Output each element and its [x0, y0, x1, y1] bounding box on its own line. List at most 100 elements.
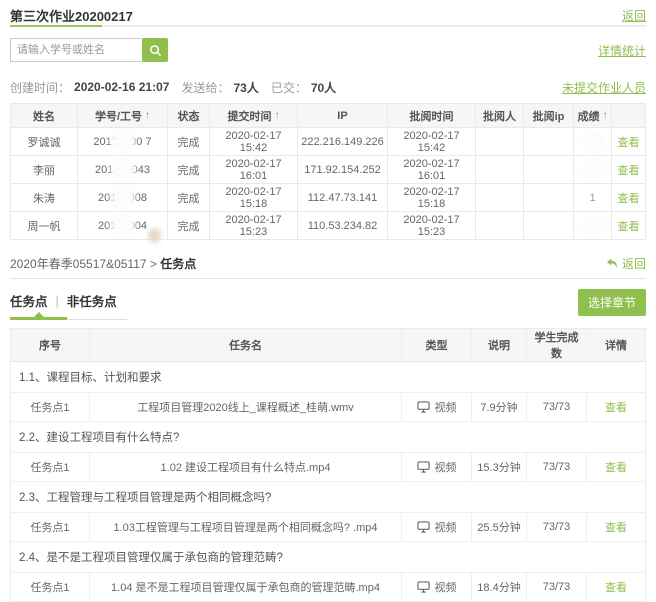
view-link[interactable]: 查看 — [618, 218, 640, 234]
tab-task-points[interactable]: 任务点 — [10, 291, 48, 310]
homework-meta: 创建时间： 2020-02-16 21:07 发送给： 73人 已交： 70人 … — [10, 79, 646, 95]
table-row: 周一帆 20171004 完成 2020-02-17 15:23 110.53.… — [11, 212, 645, 240]
tab-non-task-points[interactable]: 非任务点 — [67, 291, 117, 310]
select-chapter-button[interactable]: 选择章节 — [578, 289, 646, 316]
sort-asc-icon: ↑ — [275, 110, 280, 121]
header-type: 类型 — [401, 329, 471, 361]
task-seq: 任务点1 — [11, 513, 89, 541]
view-link[interactable]: 查看 — [605, 579, 627, 595]
student-id: 201610043 — [77, 156, 167, 183]
tab-separator: | — [56, 294, 59, 308]
title-active-indicator — [10, 25, 102, 27]
header-submit-time[interactable]: 提交时间↑ — [209, 104, 297, 127]
view-link-cell: 查看 — [611, 156, 645, 183]
review-ip — [523, 128, 573, 155]
header-ip: IP — [297, 104, 387, 127]
header-completed: 学生完成数 — [526, 329, 586, 361]
inactive-tab-underline — [67, 319, 127, 320]
header-review-ip: 批阅ip — [523, 104, 573, 127]
table-row: 任务点1 1.04 是不是工程项目管理仅属于承包商的管理范畴.mp4 视频 18… — [11, 573, 645, 602]
search-button[interactable] — [142, 38, 168, 62]
task-seq: 任务点1 — [11, 453, 89, 481]
task-type: 视频 — [401, 453, 471, 481]
triangle-up-icon — [34, 312, 44, 317]
student-name: 罗诚诚 — [11, 128, 77, 155]
blur-mask — [584, 163, 602, 176]
task-completed: 73/73 — [526, 393, 586, 421]
student-id: 20171004 — [77, 212, 167, 239]
breadcrumb-current: 任务点 — [160, 257, 196, 271]
tasks-back-link[interactable]: 返回 — [606, 255, 646, 272]
task-duration: 18.4分钟 — [471, 573, 526, 601]
review-time: 2020-02-17 15:18 — [387, 184, 475, 211]
video-monitor-icon — [417, 461, 430, 473]
task-completed: 73/73 — [526, 513, 586, 541]
view-link-cell: 查看 — [611, 184, 645, 211]
blur-mask — [114, 191, 132, 204]
search-row: 详情统计 — [10, 38, 646, 62]
title-divider — [10, 25, 646, 27]
table-row: 任务点1 1.02 建设工程项目有什么特点.mp4 视频 15.3分钟 73/7… — [11, 453, 645, 482]
review-ip — [523, 156, 573, 183]
submit-time: 2020-02-17 16:01 — [209, 156, 297, 183]
breadcrumb-separator: > — [150, 257, 157, 271]
view-link-cell: 查看 — [611, 128, 645, 155]
unsubmitted-students-link[interactable]: 未提交作业人员 — [562, 79, 646, 96]
view-link[interactable]: 查看 — [618, 134, 640, 150]
tasks-table-header: 序号 任务名 类型 说明 学生完成数 详情 — [11, 329, 645, 362]
active-tab-indicator — [10, 317, 67, 320]
view-link[interactable]: 查看 — [605, 519, 627, 535]
page-title: 第三次作业20200217 — [10, 6, 133, 25]
breadcrumb-course[interactable]: 2020年春季05517&05117 — [10, 257, 147, 271]
view-link[interactable]: 查看 — [618, 190, 640, 206]
header-score[interactable]: 成绩↑ — [573, 104, 611, 127]
search-box — [10, 38, 168, 62]
video-monitor-icon — [417, 401, 430, 413]
student-name: 李丽 — [11, 156, 77, 183]
review-time: 2020-02-17 16:01 — [387, 156, 475, 183]
section-divider — [10, 278, 646, 279]
return-arrow-icon — [606, 258, 618, 269]
reviewer — [475, 128, 523, 155]
header-reviewer: 批阅人 — [475, 104, 523, 127]
view-link[interactable]: 查看 — [605, 399, 627, 415]
ip: 110.53.234.82 — [297, 212, 387, 239]
search-input[interactable] — [10, 38, 142, 62]
tab-underline — [10, 317, 130, 320]
view-link[interactable]: 查看 — [605, 459, 627, 475]
task-seq: 任务点1 — [11, 393, 89, 421]
task-duration: 7.9分钟 — [471, 393, 526, 421]
header-status: 状态 — [167, 104, 209, 127]
back-link[interactable]: 返回 — [622, 7, 646, 24]
search-icon — [149, 44, 162, 57]
header-review-time: 批阅时间 — [387, 104, 475, 127]
ip: 112.47.73.141 — [297, 184, 387, 211]
table-row: 罗诚诚 20171000 7 完成 2020-02-17 15:42 222.2… — [11, 128, 645, 156]
score — [573, 128, 611, 155]
submissions-table-header: 姓名 学号/工号↑ 状态 提交时间↑ IP 批阅时间 批阅人 批阅ip 成绩↑ — [11, 104, 645, 128]
detail-stats-link[interactable]: 详情统计 — [598, 42, 646, 59]
table-row: 李丽 201610043 完成 2020-02-17 16:01 171.92.… — [11, 156, 645, 184]
table-row: 任务点1 1.03工程管理与工程项目管理是两个相同概念吗? .mp4 视频 25… — [11, 513, 645, 542]
submit-time: 2020-02-17 15:23 — [209, 212, 297, 239]
review-ip — [523, 212, 573, 239]
table-row: 任务点1 工程项目管理2020线上_课程概述_桂萌.wmv 视频 7.9分钟 7… — [11, 393, 645, 422]
task-completed: 73/73 — [526, 453, 586, 481]
blur-mask — [114, 219, 132, 232]
ip: 222.216.149.226 — [297, 128, 387, 155]
status: 完成 — [167, 184, 209, 211]
review-time: 2020-02-17 15:23 — [387, 212, 475, 239]
task-name: 1.04 是不是工程项目管理仅属于承包商的管理范畴.mp4 — [89, 573, 401, 601]
task-name: 1.03工程管理与工程项目管理是两个相同概念吗? .mp4 — [89, 513, 401, 541]
task-duration: 15.3分钟 — [471, 453, 526, 481]
header-detail: 详情 — [586, 329, 645, 361]
task-type: 视频 — [401, 513, 471, 541]
view-link[interactable]: 查看 — [618, 162, 640, 178]
view-link-cell: 查看 — [586, 573, 645, 601]
view-link-cell: 查看 — [586, 513, 645, 541]
created-time-value: 2020-02-16 21:07 — [74, 80, 169, 94]
header-name: 姓名 — [11, 104, 77, 127]
header-student-id[interactable]: 学号/工号↑ — [77, 104, 167, 127]
sent-to-value: 73人 — [233, 79, 258, 96]
view-link-cell: 查看 — [611, 212, 645, 239]
